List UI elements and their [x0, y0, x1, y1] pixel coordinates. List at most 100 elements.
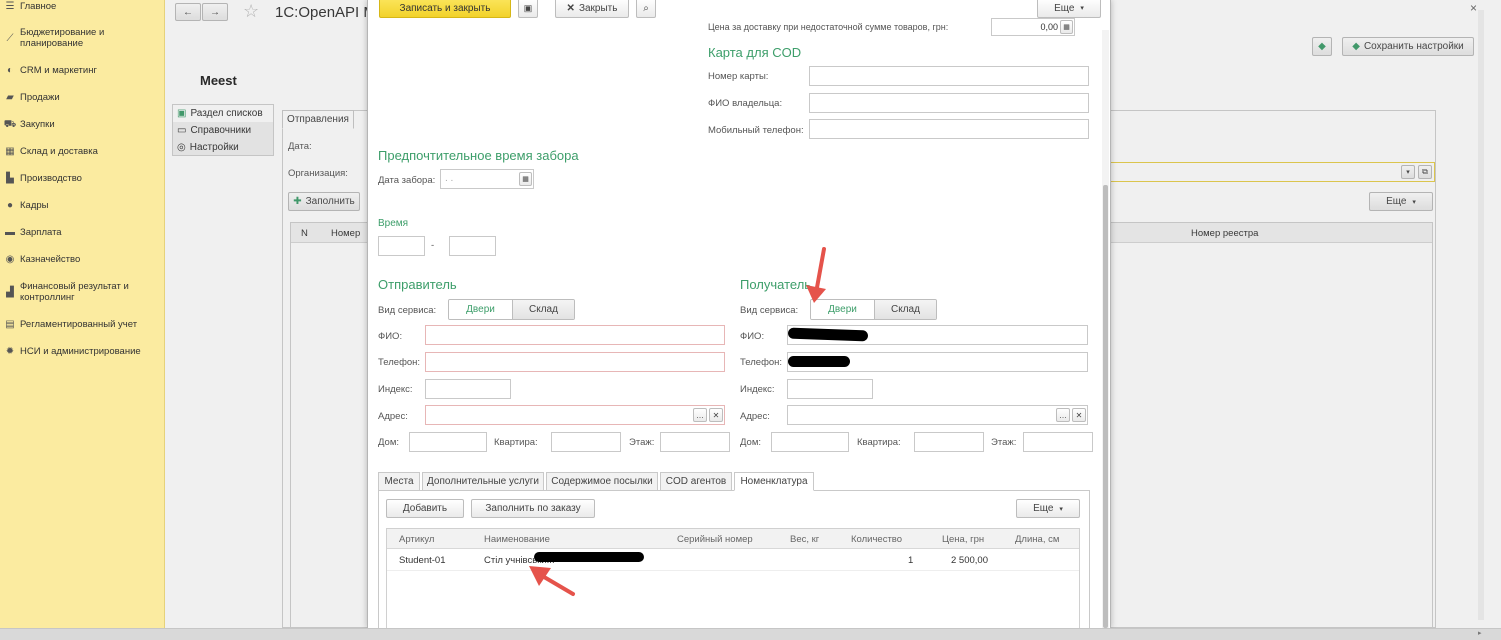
receiver-phone-label: Телефон:: [740, 357, 783, 368]
bag-icon: ▰: [6, 92, 14, 103]
save-close-button[interactable]: Записать и закрыть: [379, 0, 511, 18]
receiver-address-select-button[interactable]: …: [1056, 408, 1070, 422]
receiver-address-field[interactable]: [787, 405, 1088, 425]
sender-service-toggle[interactable]: Двери Склад: [448, 299, 575, 320]
arrow-left-icon: ←: [183, 6, 193, 18]
sender-phone-label: Телефон:: [378, 357, 421, 368]
forward-button[interactable]: →: [202, 3, 228, 21]
sender-flat-field[interactable]: [551, 432, 621, 452]
redaction-mark: [788, 356, 850, 367]
card-owner-label: ФИО владельца:: [708, 98, 783, 109]
goods-table-header: Артикул Наименование Серийный номер Вес,…: [387, 529, 1079, 549]
sidebar-item-crm[interactable]: ◐ CRM и маркетинг: [0, 65, 165, 76]
sender-address-select-button[interactable]: …: [693, 408, 707, 422]
settings-icon-button[interactable]: ◆: [1312, 37, 1332, 56]
receiver-warehouse-option[interactable]: Склад: [874, 300, 936, 319]
sender-doors-option[interactable]: Двери: [449, 300, 512, 319]
card-owner-field[interactable]: [809, 93, 1089, 113]
sidebar-item-purchases[interactable]: ⛟ Закупки: [0, 119, 165, 130]
panel-item-lists[interactable]: ▣ Раздел списков: [173, 105, 273, 122]
meest-logo: Meest: [200, 73, 237, 88]
panel-item-settings[interactable]: ◎ Настройки: [173, 139, 273, 156]
back-button[interactable]: ←: [175, 3, 201, 21]
goods-more-button[interactable]: Еще ▾: [1016, 499, 1080, 518]
panel-item-catalogs[interactable]: ▭ Справочники: [173, 122, 273, 139]
sidebar-item-admin[interactable]: ✹ НСИ и администрирование: [0, 346, 165, 357]
sidebar-item-budget[interactable]: ⟋ Бюджетирование и планирование: [0, 27, 165, 49]
sender-address-clear-icon[interactable]: ✕: [709, 408, 723, 422]
tab-parcel-contents[interactable]: Содержимое посылки: [546, 472, 658, 491]
sidebar-item-production[interactable]: ▙ Производство: [0, 173, 165, 184]
treasury-icon: ◉: [5, 254, 15, 265]
mobile-phone-field[interactable]: [809, 119, 1089, 139]
sidebar-item-regulated[interactable]: ▤ Регламентированный учет: [0, 319, 165, 330]
form-more-button[interactable]: Еще ▾: [1037, 0, 1101, 18]
sender-warehouse-option[interactable]: Склад: [512, 300, 574, 319]
chevron-down-icon: ▾: [1412, 198, 1416, 206]
sender-phone-field[interactable]: [425, 352, 725, 372]
fill-by-order-button[interactable]: Заполнить по заказу: [471, 499, 595, 518]
sidebar: ☰ Главное ⟋ Бюджетирование и планирование …: [0, 0, 165, 640]
close-button[interactable]: ✕ Закрыть: [555, 0, 629, 18]
sidebar-item-hr[interactable]: ● Кадры: [0, 200, 165, 211]
org-open-button[interactable]: ⧉: [1418, 165, 1432, 179]
sidebar-item-main[interactable]: ☰ Главное: [0, 1, 165, 12]
sender-service-label: Вид сервиса:: [378, 305, 437, 316]
tab-places[interactable]: Места: [378, 472, 420, 491]
menu-icon: ☰: [5, 1, 15, 12]
sender-house-label: Дом:: [378, 437, 399, 448]
sender-index-label: Индекс:: [378, 384, 413, 395]
card-number-field[interactable]: [809, 66, 1089, 86]
tab-extra-services[interactable]: Дополнительные услуги: [422, 472, 544, 491]
receiver-floor-field[interactable]: [1023, 432, 1093, 452]
sender-floor-field[interactable]: [660, 432, 730, 452]
sidebar-item-warehouse[interactable]: ▦ Склад и доставка: [0, 146, 165, 157]
sender-flat-label: Квартира:: [494, 437, 538, 448]
add-button[interactable]: Добавить: [386, 499, 464, 518]
calendar-icon[interactable]: ▦: [519, 172, 532, 186]
search-icon: ⌕: [643, 2, 649, 14]
bg-scrollbar[interactable]: [1478, 10, 1484, 620]
scroll-right-icon[interactable]: ▸: [1478, 629, 1490, 639]
save-settings-button[interactable]: ◆ Сохранить настройки: [1342, 37, 1474, 56]
save-icon-button[interactable]: ▣: [518, 0, 538, 18]
time-from-field[interactable]: [378, 236, 425, 256]
horizontal-scrollbar[interactable]: [0, 628, 1501, 640]
arrow-right-icon: →: [210, 6, 220, 18]
close-window-icon[interactable]: ×: [1470, 1, 1477, 15]
sidebar-item-sales[interactable]: ▰ Продажи: [0, 92, 165, 103]
sender-house-field[interactable]: [409, 432, 487, 452]
receiver-service-label: Вид сервиса:: [740, 305, 799, 316]
sender-name-field[interactable]: [425, 325, 725, 345]
calculator-icon[interactable]: ▦: [1060, 20, 1073, 34]
search-button[interactable]: ⌕: [636, 0, 656, 18]
receiver-flat-field[interactable]: [914, 432, 984, 452]
sender-address-field[interactable]: [425, 405, 725, 425]
tab-nomenclature[interactable]: Номенклатура: [734, 472, 814, 491]
fill-button[interactable]: ✚ Заполнить: [288, 192, 360, 211]
sidebar-item-finance[interactable]: ▟ Финансовый результат и контроллинг: [0, 281, 165, 303]
list-more-button[interactable]: Еще ▾: [1369, 192, 1433, 211]
tab-shipments[interactable]: Отправления: [282, 110, 354, 129]
sender-floor-label: Этаж:: [629, 437, 655, 448]
sender-index-field[interactable]: [425, 379, 511, 399]
sidebar-item-salary[interactable]: ▬ Зарплата: [0, 227, 165, 238]
tab-cod-agents[interactable]: COD агентов: [660, 472, 732, 491]
organization-field[interactable]: [1110, 162, 1435, 182]
wallet-icon: ▬: [5, 227, 15, 238]
receiver-address-clear-icon[interactable]: ✕: [1072, 408, 1086, 422]
lists-icon: ▣: [177, 108, 187, 119]
person-icon: ●: [6, 200, 14, 211]
chevron-down-icon: ▾: [1059, 505, 1063, 513]
star-icon[interactable]: ☆: [243, 1, 259, 22]
receiver-index-field[interactable]: [787, 379, 873, 399]
modal-scrollbar-thumb[interactable]: [1103, 185, 1108, 628]
sidebar-item-treasury[interactable]: ◉ Казначейство: [0, 254, 165, 265]
time-to-field[interactable]: [449, 236, 496, 256]
org-dropdown-button[interactable]: ▾: [1401, 165, 1415, 179]
table-row[interactable]: Student-01 Стіл учнівськи... 1 2 500,00: [387, 549, 1079, 571]
receiver-house-field[interactable]: [771, 432, 849, 452]
palette-icon: ◆: [1318, 41, 1326, 52]
warehouse-icon: ▦: [5, 146, 15, 157]
cod-card-title: Карта для COD: [708, 45, 802, 60]
